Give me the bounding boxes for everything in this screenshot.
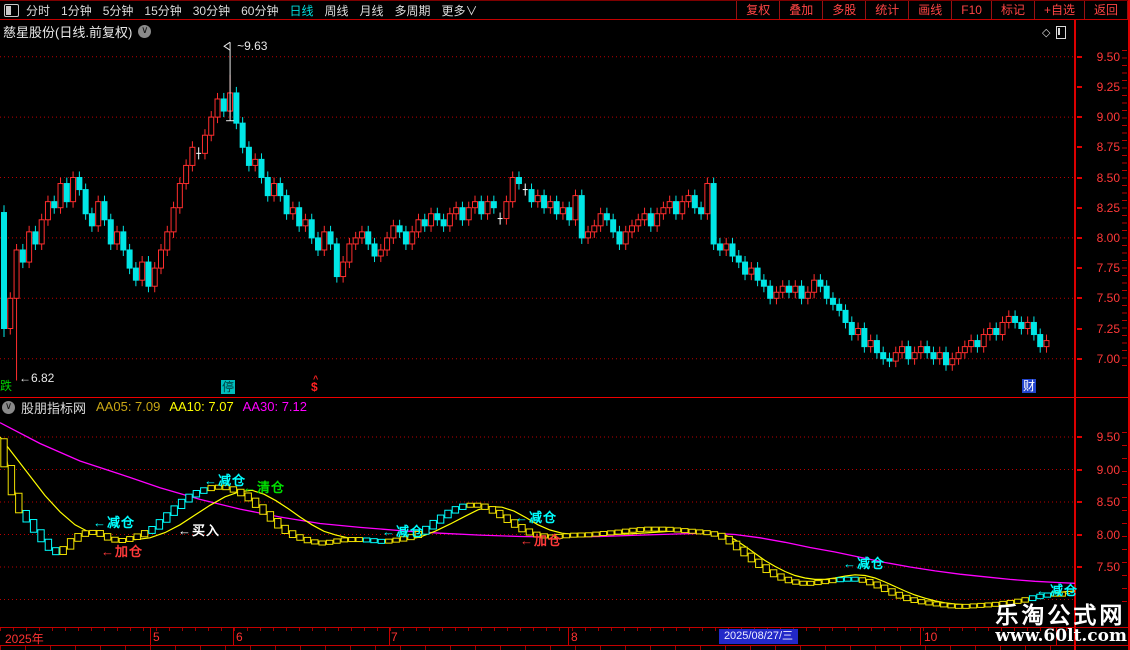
axis-tick bbox=[1077, 116, 1082, 118]
chart-title-row: 慈星股份(日线.前复权) ∨ bbox=[3, 22, 152, 41]
marker-badge-1[interactable]: 停 bbox=[221, 380, 236, 394]
price-label-top-0: 9.50 bbox=[1096, 50, 1120, 64]
signal-label-8: ←减仓 bbox=[843, 556, 886, 571]
signal-label-1: ←加仓 bbox=[101, 544, 144, 559]
chevron-down-icon[interactable]: ∨ bbox=[2, 400, 15, 414]
signal-label-7: ←加仓 bbox=[520, 533, 563, 548]
high-price-label: ~9.63 bbox=[237, 39, 268, 53]
price-label-low-1: 9.00 bbox=[1096, 463, 1120, 477]
signal-label-2: ←买入 bbox=[178, 523, 221, 538]
signal-label-4: ←清仓 bbox=[243, 480, 286, 495]
price-label-top-7: 7.75 bbox=[1096, 261, 1120, 275]
price-label-low-3: 8.00 bbox=[1096, 528, 1120, 542]
price-label-top-5: 8.25 bbox=[1096, 201, 1120, 215]
axis-tick bbox=[1077, 436, 1082, 438]
price-label-top-3: 8.75 bbox=[1096, 140, 1120, 154]
axis-tick bbox=[1077, 207, 1082, 209]
legend-item-aa10: AA10: 7.07 bbox=[169, 399, 234, 414]
axis-tick bbox=[1077, 86, 1082, 88]
axis-tick bbox=[1077, 56, 1082, 58]
watermark-site-name: 乐淘公式网 bbox=[995, 602, 1126, 628]
axis-tick bbox=[1077, 297, 1082, 299]
app-window: ~9.63 分时 1分钟 5分钟 15分钟 30分钟 60分钟 日线 周线 月线 多周期 更多∨ 复… bbox=[0, 0, 1130, 650]
chart-canvas: ~9.63 bbox=[0, 39, 1076, 609]
axis-tick bbox=[1077, 267, 1082, 269]
date-minor-ticks bbox=[0, 628, 1074, 631]
date-separator-0 bbox=[150, 628, 151, 645]
price-label-top-8: 7.50 bbox=[1096, 291, 1120, 305]
price-label-top-10: 7.00 bbox=[1096, 352, 1120, 366]
date-label-4: 8 bbox=[571, 630, 578, 644]
date-separator-1 bbox=[233, 628, 234, 645]
axis-tick bbox=[1077, 469, 1082, 471]
diamond-icon[interactable]: ◇ bbox=[1042, 26, 1050, 39]
chart-title: 慈星股份(日线.前复权) bbox=[3, 25, 133, 40]
indicator-header: ∨ 股朋指标网 AA05: 7.09 AA10: 7.07 AA30: 7.12 bbox=[2, 398, 316, 416]
axis-tick bbox=[1077, 534, 1082, 536]
signal-label-9: ←减仓 bbox=[1036, 583, 1079, 598]
date-separator-3 bbox=[568, 628, 569, 645]
fine-ticks-low bbox=[1122, 432, 1127, 607]
legend-item-aa30: AA30: 7.12 bbox=[242, 399, 307, 414]
marker-badge-3[interactable]: 财 bbox=[1022, 379, 1037, 393]
signal-label-5: ←减仓 bbox=[382, 524, 425, 539]
axis-tick bbox=[1077, 328, 1082, 330]
selected-date-highlight[interactable]: 2025/08/27/三 bbox=[719, 629, 798, 644]
panel-corner-icons: ◇ bbox=[1042, 26, 1067, 39]
date-label-1: 5 bbox=[153, 630, 160, 644]
price-label-top-6: 8.00 bbox=[1096, 231, 1120, 245]
watermark-url: www.60lt.com bbox=[995, 626, 1127, 646]
price-label-low-4: 7.50 bbox=[1096, 560, 1120, 574]
panel-icon[interactable] bbox=[1056, 26, 1067, 39]
signal-label-3: ←减仓 bbox=[204, 473, 247, 488]
date-label-5: 10 bbox=[924, 630, 938, 644]
price-label-top-2: 9.00 bbox=[1096, 110, 1120, 124]
signal-label-0: ←减仓 bbox=[93, 515, 136, 530]
date-label-2: 6 bbox=[236, 630, 243, 644]
watermark: 乐淘公式网 www.60lt.com bbox=[995, 603, 1127, 646]
low-price-label: ←6.82 bbox=[19, 371, 55, 385]
price-label-top-4: 8.50 bbox=[1096, 171, 1120, 185]
indicator-name: 股朋指标网 bbox=[21, 400, 87, 416]
axis-tick bbox=[1077, 566, 1082, 568]
price-label-low-2: 8.50 bbox=[1096, 495, 1120, 509]
axis-tick bbox=[1077, 177, 1082, 179]
signal-label-6: ←减仓 bbox=[515, 510, 558, 525]
date-label-0: 2025年 bbox=[5, 632, 44, 646]
price-label-top-9: 7.25 bbox=[1096, 322, 1120, 336]
date-separator-4 bbox=[920, 628, 921, 645]
legend-item-aa05: AA05: 7.09 bbox=[96, 399, 161, 414]
date-separator-2 bbox=[389, 628, 390, 645]
axis-tick bbox=[1077, 146, 1082, 148]
price-label-low-0: 9.50 bbox=[1096, 430, 1120, 444]
indicator-legend: AA05: 7.09 AA10: 7.07 AA30: 7.12 bbox=[96, 398, 316, 416]
fine-ticks-top bbox=[1122, 50, 1127, 370]
chevron-down-icon[interactable]: ∨ bbox=[138, 25, 152, 38]
price-label-top-1: 9.25 bbox=[1096, 80, 1120, 94]
axis-tick bbox=[1077, 358, 1082, 360]
marker-badge-2[interactable]: $ bbox=[311, 372, 318, 394]
marker-badge-0[interactable]: 跌 bbox=[0, 379, 12, 393]
axis-tick bbox=[1077, 501, 1082, 503]
axis-tick bbox=[1077, 237, 1082, 239]
date-label-3: 7 bbox=[391, 630, 398, 644]
